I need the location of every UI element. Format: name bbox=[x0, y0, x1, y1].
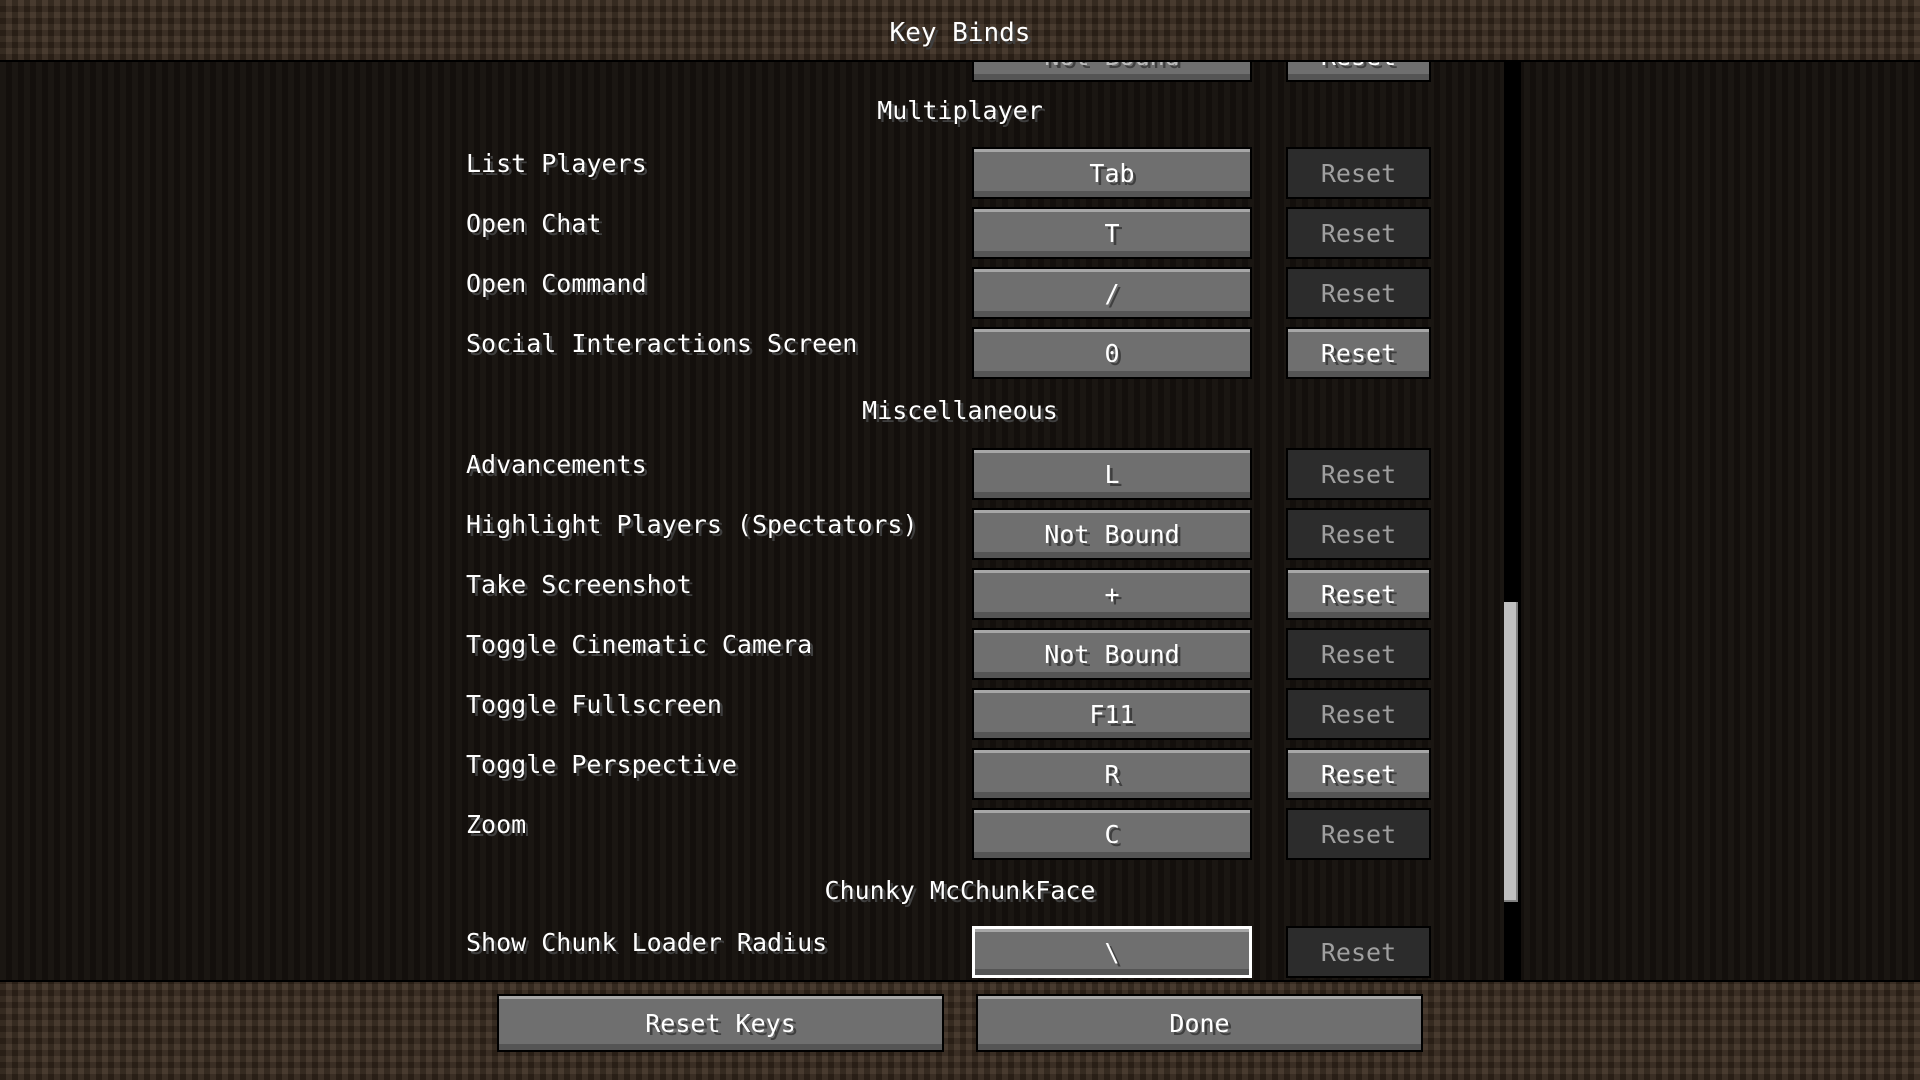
partial-reset-button[interactable]: Reset bbox=[1286, 60, 1431, 82]
reset-button[interactable]: Reset bbox=[1286, 448, 1431, 500]
reset-button[interactable]: Reset bbox=[1286, 748, 1431, 800]
reset-button[interactable]: Reset bbox=[1286, 688, 1431, 740]
keybind-label: Open Command bbox=[466, 269, 647, 298]
reset-keys-button[interactable]: Reset Keys bbox=[497, 994, 944, 1052]
reset-button[interactable]: Reset bbox=[1286, 926, 1431, 978]
reset-button[interactable]: Reset bbox=[1286, 568, 1431, 620]
key-binding-button[interactable]: 0 bbox=[972, 327, 1252, 379]
key-binding-button[interactable]: Not Bound bbox=[972, 508, 1252, 560]
key-binding-button[interactable]: \ bbox=[972, 926, 1252, 978]
partial-key-button[interactable]: Not Bound bbox=[972, 60, 1252, 82]
reset-button[interactable]: Reset bbox=[1286, 147, 1431, 199]
keybind-label: Toggle Perspective bbox=[466, 750, 737, 779]
reset-button[interactable]: Reset bbox=[1286, 628, 1431, 680]
key-binding-button[interactable]: C bbox=[972, 808, 1252, 860]
key-binding-button[interactable]: L bbox=[972, 448, 1252, 500]
key-binding-button[interactable]: Tab bbox=[972, 147, 1252, 199]
key-binding-button[interactable]: F11 bbox=[972, 688, 1252, 740]
keybind-label: Toggle Fullscreen bbox=[466, 690, 722, 719]
key-binding-button[interactable]: T bbox=[972, 207, 1252, 259]
keybind-label: Advancements bbox=[466, 450, 647, 479]
reset-button[interactable]: Reset bbox=[1286, 808, 1431, 860]
scrollbar-thumb[interactable] bbox=[1504, 602, 1518, 902]
page-title: Key Binds bbox=[889, 18, 1031, 48]
reset-button[interactable]: Reset bbox=[1286, 327, 1431, 379]
key-binding-button[interactable]: R bbox=[972, 748, 1252, 800]
header: Key Binds bbox=[0, 0, 1920, 60]
keybind-label: List Players bbox=[466, 149, 647, 178]
keybind-label: Social Interactions Screen bbox=[466, 329, 858, 358]
reset-button[interactable]: Reset bbox=[1286, 508, 1431, 560]
section-header: Multiplayer bbox=[877, 96, 1043, 125]
key-binding-button[interactable]: Not Bound bbox=[972, 628, 1252, 680]
section-header: Miscellaneous bbox=[862, 396, 1058, 425]
key-binding-button[interactable]: / bbox=[972, 267, 1252, 319]
footer bbox=[0, 982, 1920, 1080]
reset-button[interactable]: Reset bbox=[1286, 207, 1431, 259]
section-header: Chunky McChunkFace bbox=[824, 876, 1096, 905]
keybind-label: Take Screenshot bbox=[466, 570, 692, 599]
keybind-label: Show Chunk Loader Radius bbox=[466, 928, 828, 957]
keybind-list: Not Bound Reset Multiplayer List Players T… bbox=[0, 60, 1920, 982]
keybind-label: Toggle Cinematic Camera bbox=[466, 630, 813, 659]
key-binding-button[interactable]: + bbox=[972, 568, 1252, 620]
done-button[interactable]: Done bbox=[976, 994, 1423, 1052]
keybind-label: Open Chat bbox=[466, 209, 602, 238]
keybind-label: Zoom bbox=[466, 810, 527, 839]
keybind-label: Highlight Players (Spectators) bbox=[466, 510, 918, 539]
reset-button[interactable]: Reset bbox=[1286, 267, 1431, 319]
